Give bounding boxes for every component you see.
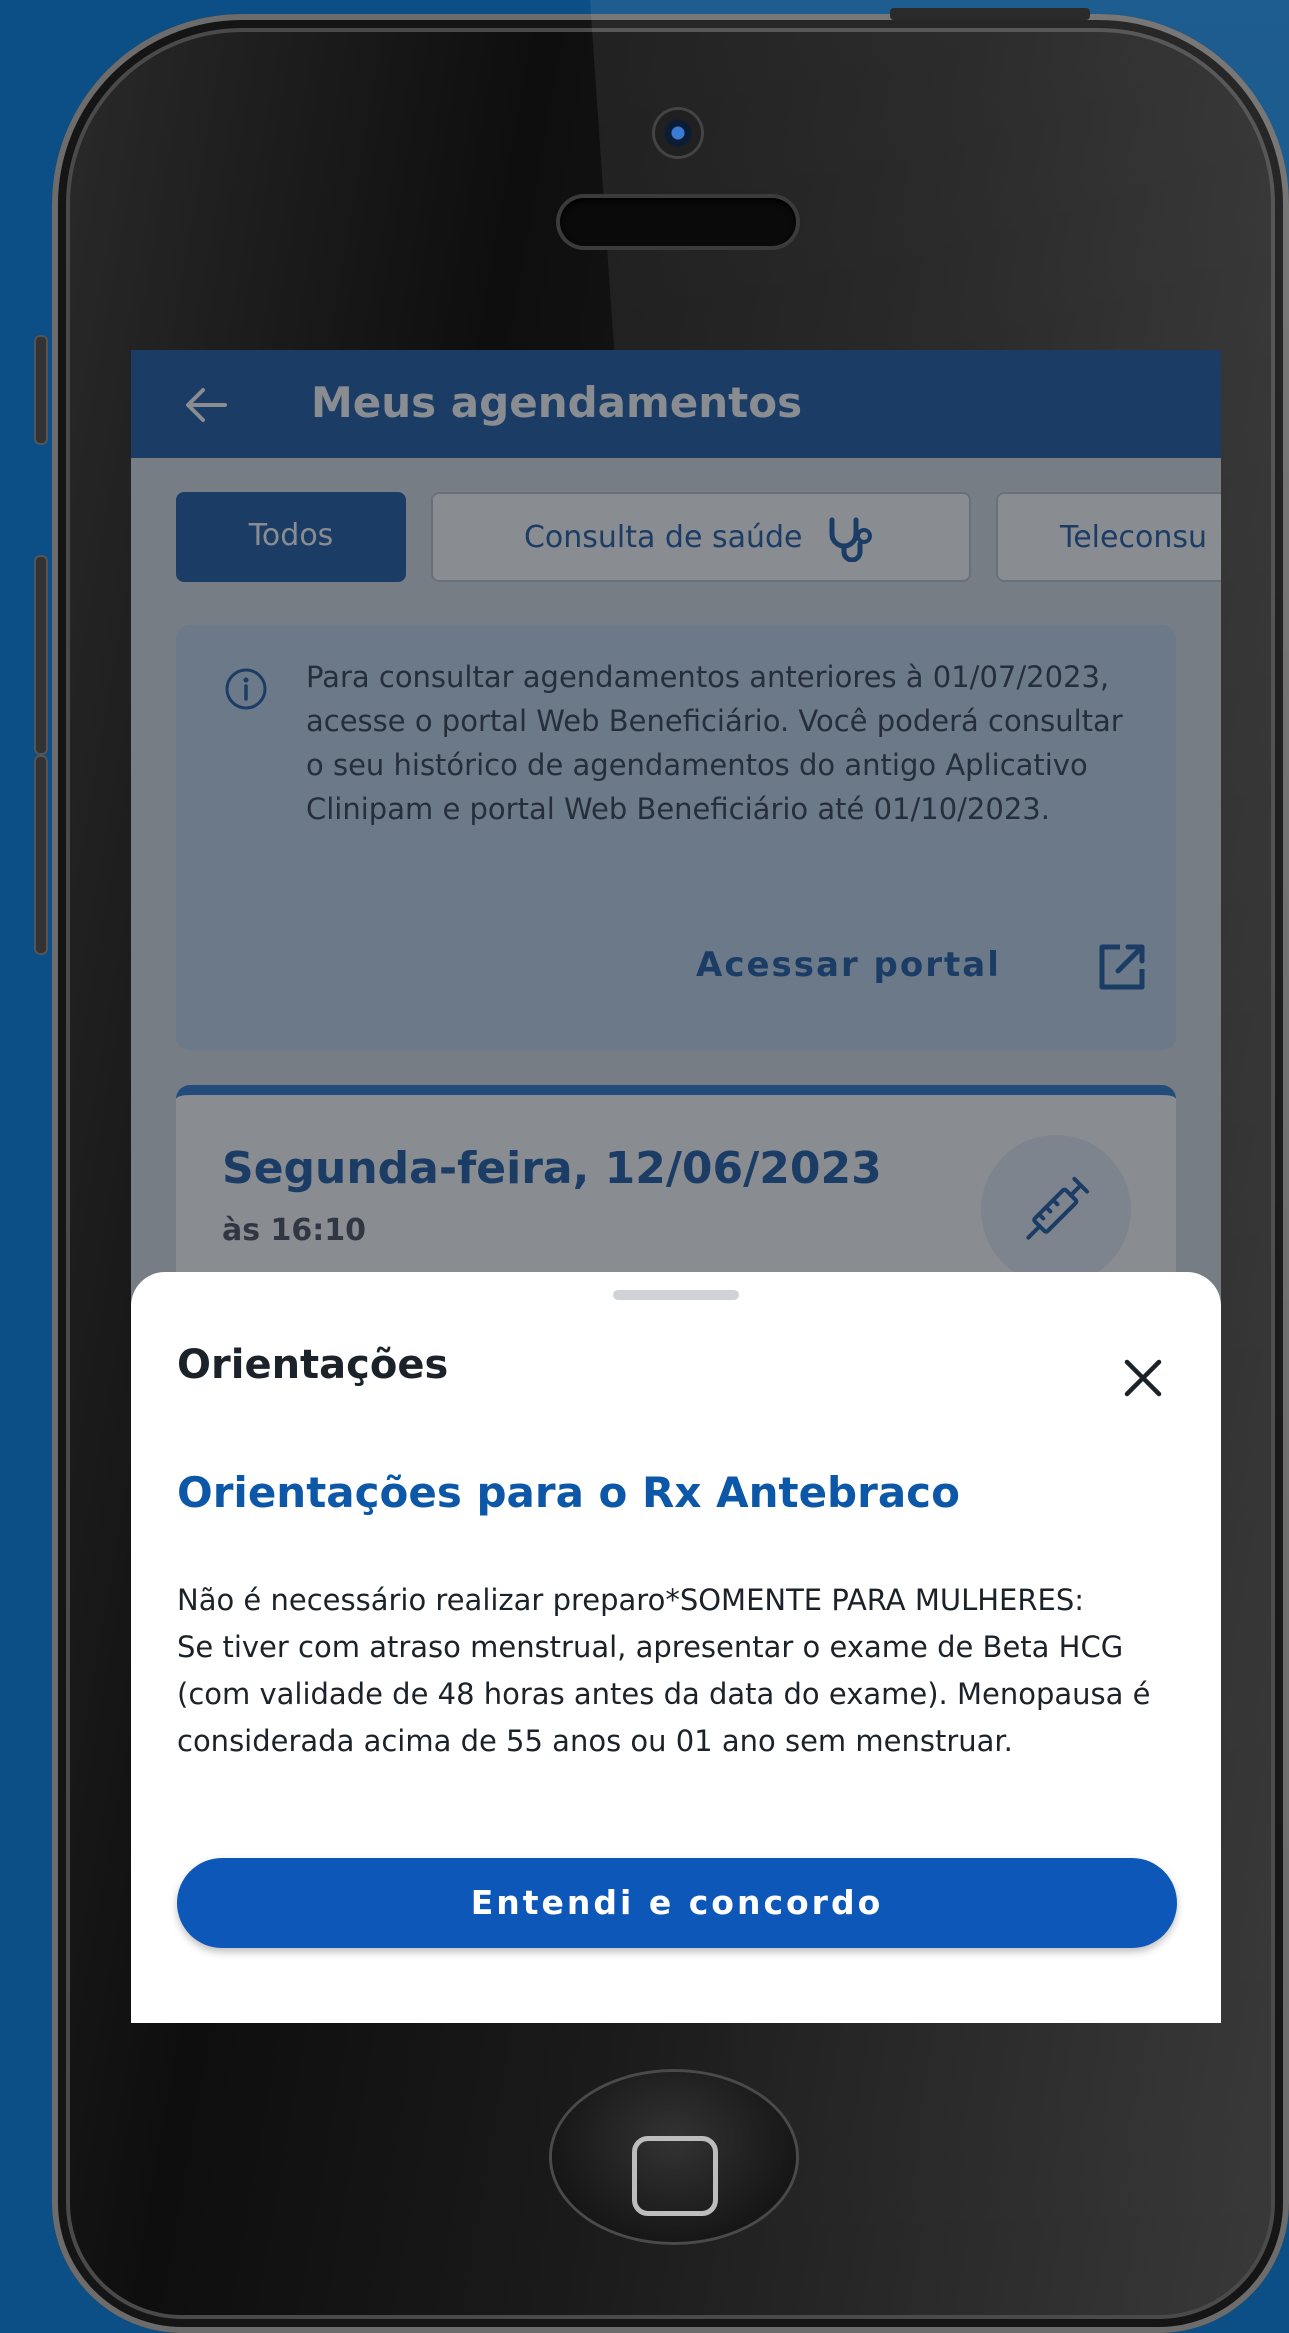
volume-up-button xyxy=(34,555,48,755)
filter-chip-label: Todos xyxy=(248,518,334,553)
info-card: Para consultar agendamentos anteriores à… xyxy=(176,625,1176,1050)
info-icon xyxy=(225,668,267,710)
orientation-bottom-sheet: Orientações Orientações para o Rx Antebr… xyxy=(131,1272,1221,2023)
sheet-body-text: Não é necessário realizar preparo*SOMENT… xyxy=(177,1583,1151,1758)
power-button xyxy=(890,8,1090,20)
app-screen: Meus agendamentos Todos Consulta de saúd… xyxy=(131,350,1221,2023)
filter-chip-teleconsulta[interactable]: Teleconsu xyxy=(996,492,1221,582)
filter-chip-todos[interactable]: Todos xyxy=(176,492,406,582)
app-bar: Meus agendamentos xyxy=(131,350,1221,458)
close-icon[interactable] xyxy=(1121,1356,1165,1400)
sheet-title: Orientações xyxy=(177,1342,449,1388)
sheet-drag-handle[interactable] xyxy=(613,1290,739,1300)
page-title: Meus agendamentos xyxy=(311,378,803,427)
arrow-left-icon[interactable] xyxy=(181,380,231,430)
filter-chip-label: Consulta de saúde xyxy=(523,520,803,555)
info-text: Para consultar agendamentos anteriores à… xyxy=(306,660,1123,826)
syringe-badge xyxy=(981,1135,1131,1285)
mute-switch xyxy=(34,335,48,445)
appointment-time: às 16:10 xyxy=(222,1213,367,1248)
earpiece-speaker xyxy=(560,198,796,246)
syringe-icon xyxy=(1026,1176,1090,1240)
appointment-date: Segunda-feira, 12/06/2023 xyxy=(222,1143,882,1194)
sheet-subtitle: Orientações para o Rx Antebraco xyxy=(177,1468,960,1517)
filter-chip-consulta-saude[interactable]: Consulta de saúde xyxy=(431,492,971,582)
filter-chip-label: Teleconsu xyxy=(1060,520,1207,555)
volume-down-button xyxy=(34,755,48,955)
stethoscope-icon xyxy=(829,517,873,562)
external-link-icon[interactable] xyxy=(1096,941,1148,993)
front-camera xyxy=(655,110,701,156)
access-portal-link[interactable]: Acessar portal xyxy=(696,945,1001,985)
agree-button[interactable]: Entendi e concordo xyxy=(177,1858,1177,1948)
home-square-icon xyxy=(632,2136,718,2216)
